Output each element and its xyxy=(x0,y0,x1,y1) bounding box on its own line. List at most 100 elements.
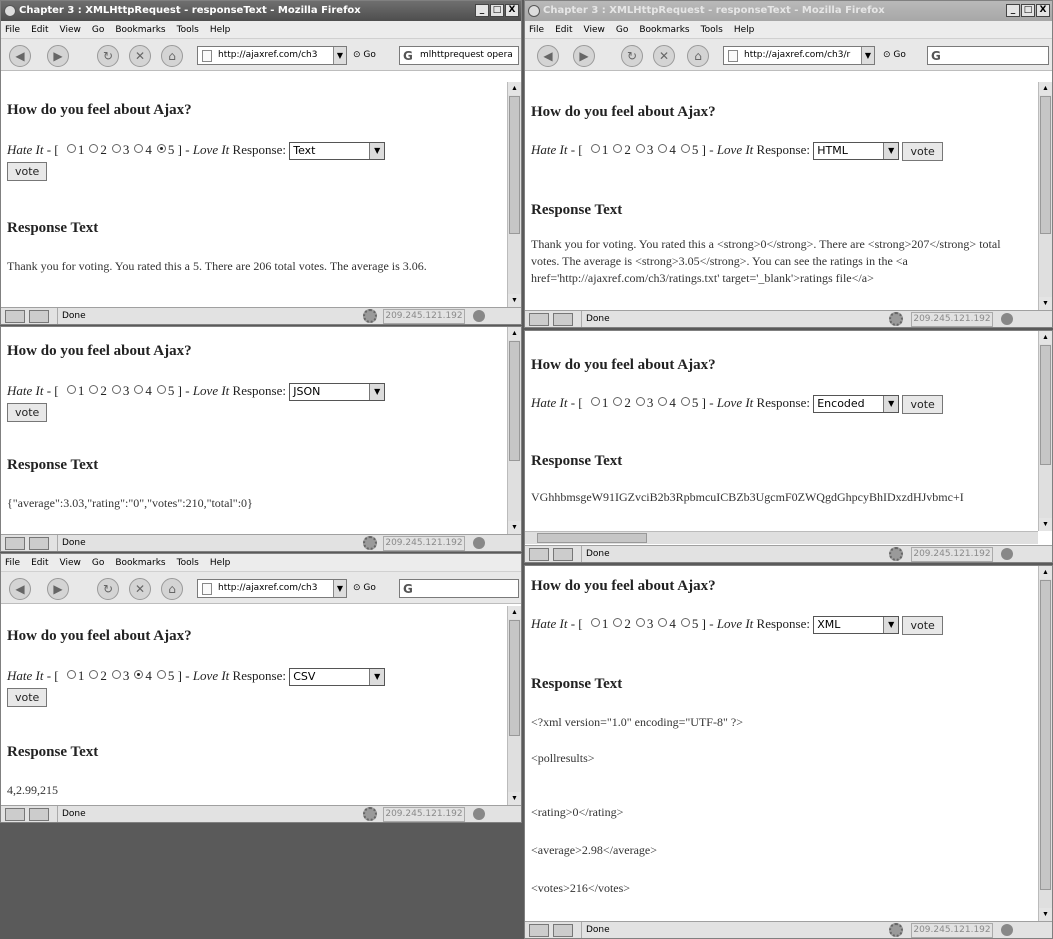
scroll-down-icon[interactable]: ▼ xyxy=(1039,518,1052,531)
rating-radio-2[interactable] xyxy=(89,670,99,679)
menu-tools[interactable]: Tools xyxy=(177,558,199,568)
rating-radio-3[interactable] xyxy=(635,618,645,627)
menu-help[interactable]: Help xyxy=(734,25,755,35)
gear-icon[interactable] xyxy=(889,547,903,561)
chevron-down-icon[interactable]: ▼ xyxy=(861,47,874,64)
gear-icon[interactable] xyxy=(363,309,377,323)
response-type-select[interactable]: Text ▼ xyxy=(289,142,386,161)
back-arrow-icon[interactable]: ◀ xyxy=(9,45,31,67)
rating-radio-2[interactable] xyxy=(613,618,623,627)
menu-help[interactable]: Help xyxy=(210,25,231,35)
search-field[interactable]: G xyxy=(927,46,1049,65)
scroll-up-icon[interactable]: ▲ xyxy=(508,82,521,95)
scroll-down-icon[interactable]: ▼ xyxy=(1039,297,1052,310)
search-field[interactable]: G xyxy=(399,579,519,598)
back-arrow-icon[interactable]: ◀ xyxy=(9,578,31,600)
rating-radio-3[interactable] xyxy=(111,144,121,153)
forward-arrow-icon[interactable]: ▶ xyxy=(47,578,69,600)
rating-radio-4[interactable] xyxy=(134,670,144,679)
response-type-select[interactable]: XML ▼ xyxy=(813,616,900,635)
reload-icon[interactable]: ↻ xyxy=(97,45,119,67)
menu-go[interactable]: Go xyxy=(92,558,104,568)
rating-radio-5[interactable] xyxy=(680,618,690,627)
menu-edit[interactable]: Edit xyxy=(31,558,48,568)
title-bar[interactable]: Chapter 3 : XMLHttpRequest - responseTex… xyxy=(525,1,1052,21)
rating-radio-4[interactable] xyxy=(134,385,144,394)
rating-radio-5[interactable] xyxy=(680,397,690,406)
scroll-thumb[interactable] xyxy=(509,620,520,736)
rating-radio-5[interactable] xyxy=(156,385,166,394)
scroll-thumb[interactable] xyxy=(1040,580,1051,890)
go-button[interactable]: ⊙ Go xyxy=(353,581,376,596)
scroll-up-icon[interactable]: ▲ xyxy=(1039,331,1052,344)
menu-go[interactable]: Go xyxy=(92,25,104,35)
response-type-select[interactable]: Encoded ▼ xyxy=(813,395,900,414)
menu-bookmarks[interactable]: Bookmarks xyxy=(639,25,689,35)
menu-view[interactable]: View xyxy=(60,558,81,568)
scroll-down-icon[interactable]: ▼ xyxy=(508,792,521,805)
rating-radio-2[interactable] xyxy=(613,144,623,153)
rating-radio-1[interactable] xyxy=(66,144,76,153)
scroll-down-icon[interactable]: ▼ xyxy=(508,294,521,307)
menu-file[interactable]: File xyxy=(5,558,20,568)
vertical-scrollbar[interactable]: ▲ ▼ xyxy=(1038,331,1052,531)
rating-radio-2[interactable] xyxy=(613,397,623,406)
gear-icon[interactable] xyxy=(889,312,903,326)
scroll-up-icon[interactable]: ▲ xyxy=(1039,566,1052,579)
chevron-down-icon[interactable]: ▼ xyxy=(333,580,346,597)
stop-icon[interactable]: ✕ xyxy=(653,45,675,67)
scroll-down-icon[interactable]: ▼ xyxy=(508,521,521,534)
vertical-scrollbar[interactable]: ▲ ▼ xyxy=(507,327,521,534)
reload-icon[interactable]: ↻ xyxy=(621,45,643,67)
url-field[interactable]: http://ajaxref.com/ch3 ▼ xyxy=(197,46,347,65)
menu-tools[interactable]: Tools xyxy=(177,25,199,35)
minimize-button[interactable]: _ xyxy=(475,4,489,17)
rating-radio-5[interactable] xyxy=(156,144,166,153)
vote-button[interactable]: vote xyxy=(7,402,48,422)
rating-radio-4[interactable] xyxy=(134,144,144,153)
back-arrow-icon[interactable]: ◀ xyxy=(537,45,559,67)
menu-bookmarks[interactable]: Bookmarks xyxy=(115,25,165,35)
vertical-scrollbar[interactable]: ▲ ▼ xyxy=(1038,566,1052,921)
menu-file[interactable]: File xyxy=(529,25,544,35)
menu-edit[interactable]: Edit xyxy=(31,25,48,35)
scroll-up-icon[interactable]: ▲ xyxy=(508,327,521,340)
url-field[interactable]: http://ajaxref.com/ch3/r ▼ xyxy=(723,46,875,65)
gear-icon[interactable] xyxy=(889,923,903,937)
rating-radio-5[interactable] xyxy=(156,670,166,679)
vote-button[interactable]: vote xyxy=(902,141,943,161)
scroll-up-icon[interactable]: ▲ xyxy=(508,606,521,619)
horizontal-scrollbar[interactable] xyxy=(525,531,1038,544)
gear-icon[interactable] xyxy=(363,536,377,550)
maximize-button[interactable]: □ xyxy=(490,4,504,17)
rating-radio-1[interactable] xyxy=(590,144,600,153)
menu-edit[interactable]: Edit xyxy=(555,25,572,35)
forward-arrow-icon[interactable]: ▶ xyxy=(47,45,69,67)
scroll-down-icon[interactable]: ▼ xyxy=(1039,908,1052,921)
rating-radio-4[interactable] xyxy=(658,144,668,153)
scroll-up-icon[interactable]: ▲ xyxy=(1039,82,1052,95)
rating-radio-2[interactable] xyxy=(89,144,99,153)
vertical-scrollbar[interactable]: ▲ ▼ xyxy=(507,606,521,805)
search-field[interactable]: Gmlhttprequest opera xyxy=(399,46,519,65)
rating-radio-1[interactable] xyxy=(66,385,76,394)
go-button[interactable]: ⊙ Go xyxy=(883,48,906,63)
chevron-down-icon[interactable]: ▼ xyxy=(333,47,346,64)
response-type-select[interactable]: HTML ▼ xyxy=(813,142,900,161)
rating-radio-1[interactable] xyxy=(590,397,600,406)
stop-icon[interactable]: ✕ xyxy=(129,45,151,67)
gear-icon[interactable] xyxy=(363,807,377,821)
menu-bookmarks[interactable]: Bookmarks xyxy=(115,558,165,568)
vote-button[interactable]: vote xyxy=(7,161,48,181)
response-type-select[interactable]: CSV ▼ xyxy=(289,668,386,687)
rating-radio-3[interactable] xyxy=(635,397,645,406)
url-field[interactable]: http://ajaxref.com/ch3 ▼ xyxy=(197,579,347,598)
rating-radio-4[interactable] xyxy=(658,397,668,406)
go-button[interactable]: ⊙ Go xyxy=(353,48,376,63)
vote-button[interactable]: vote xyxy=(902,615,943,635)
menu-view[interactable]: View xyxy=(584,25,605,35)
maximize-button[interactable]: □ xyxy=(1021,4,1035,17)
reload-icon[interactable]: ↻ xyxy=(97,578,119,600)
scroll-thumb[interactable] xyxy=(509,96,520,234)
home-icon[interactable]: ⌂ xyxy=(161,578,183,600)
